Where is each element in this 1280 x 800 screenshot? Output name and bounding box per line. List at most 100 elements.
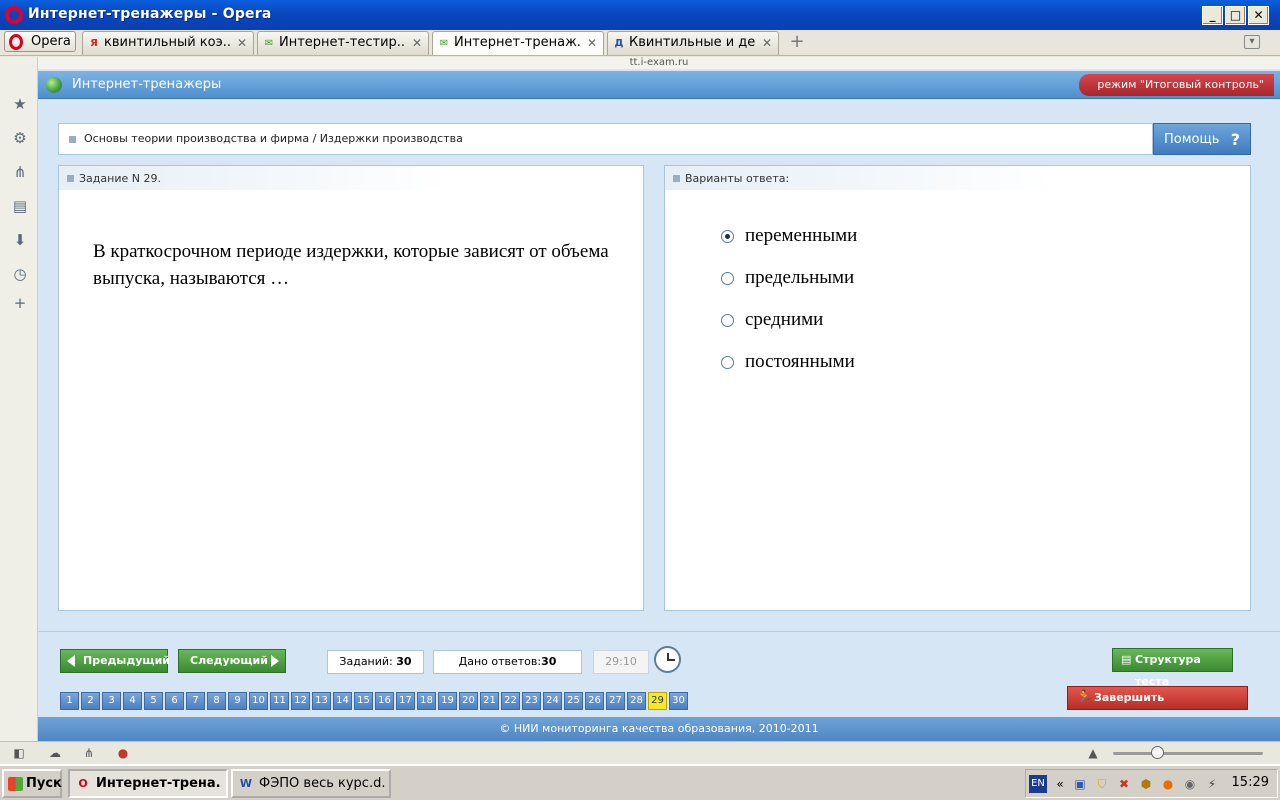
- question-number-button-25[interactable]: 25: [564, 692, 583, 710]
- minimize-button[interactable]: _: [1202, 6, 1223, 25]
- history-clock-icon[interactable]: ◷: [11, 265, 29, 283]
- tab-close-icon[interactable]: ✕: [587, 32, 597, 54]
- start-button[interactable]: Пуск: [2, 769, 62, 798]
- panel-toggle-icon[interactable]: ◧: [10, 745, 28, 761]
- arrow-left-icon: [67, 655, 75, 667]
- question-number-button-28[interactable]: 28: [627, 692, 646, 710]
- network-disconnected-icon[interactable]: ✖: [1116, 776, 1132, 792]
- network-icon[interactable]: ▣: [1072, 776, 1088, 792]
- tab-close-icon[interactable]: ✕: [412, 32, 422, 54]
- answered-count: 30: [541, 655, 557, 668]
- system-clock[interactable]: 15:29: [1232, 775, 1269, 790]
- tray-app-icon[interactable]: ⬢: [1138, 776, 1154, 792]
- zoom-menu-arrow-icon[interactable]: ▲: [1084, 745, 1102, 761]
- iexam-favicon-icon: ✉: [264, 38, 274, 49]
- question-mark-icon: ?: [1230, 130, 1240, 149]
- question-number-button-24[interactable]: 24: [543, 692, 562, 710]
- close-window-button[interactable]: ✕: [1248, 6, 1269, 25]
- question-number-button-21[interactable]: 21: [480, 692, 499, 710]
- answered-label: Дано ответов:: [458, 655, 542, 668]
- question-number-button-15[interactable]: 15: [354, 692, 373, 710]
- question-number-button-29[interactable]: 29: [648, 692, 667, 710]
- test-structure-button[interactable]: ▤ Структура теста: [1112, 648, 1233, 688]
- tasks-count: 30: [396, 655, 412, 668]
- test-page: Интернет-тренажеры режим "Итоговый контр…: [38, 69, 1280, 741]
- zoom-slider-knob[interactable]: [1151, 746, 1164, 759]
- question-panel: Задание N 29. В краткосрочном периоде из…: [58, 165, 644, 611]
- opera-menu-button[interactable]: Opera: [4, 31, 76, 52]
- question-number-button-9[interactable]: 9: [228, 692, 247, 710]
- windows-taskbar: Пуск O Интернет-трена... W ФЭПО весь кур…: [0, 764, 1280, 800]
- answer-radio[interactable]: [721, 230, 734, 243]
- tab-bar: Opera Я квинтильный коэ... ✕ ✉ Интернет-…: [0, 30, 1280, 56]
- security-shield-icon[interactable]: ⛉: [1094, 776, 1110, 792]
- downloads-icon[interactable]: ⬇: [11, 231, 29, 249]
- question-number-button-20[interactable]: 20: [459, 692, 478, 710]
- language-indicator[interactable]: EN: [1029, 775, 1047, 793]
- question-number-button-1[interactable]: 1: [60, 692, 79, 710]
- question-number-button-4[interactable]: 4: [123, 692, 142, 710]
- answer-label: предельными: [745, 267, 855, 288]
- help-button[interactable]: Помощь ?: [1153, 123, 1251, 155]
- question-number-button-2[interactable]: 2: [81, 692, 100, 710]
- maximize-button[interactable]: □: [1225, 6, 1246, 25]
- question-number-button-22[interactable]: 22: [501, 692, 520, 710]
- question-number-button-23[interactable]: 23: [522, 692, 541, 710]
- question-number-button-14[interactable]: 14: [333, 692, 352, 710]
- word-document-icon: W: [239, 777, 253, 790]
- speaker-icon[interactable]: ◉: [1182, 776, 1198, 792]
- next-button[interactable]: Следующий: [178, 649, 286, 673]
- browser-tab-2[interactable]: ✉ Интернет-тестир... ✕: [257, 31, 429, 55]
- browser-tab-3[interactable]: ✉ Интернет-тренаж... ✕: [432, 31, 604, 55]
- taskbar-item-opera[interactable]: O Интернет-трена...: [68, 769, 228, 798]
- unite-share-icon[interactable]: ⋔: [11, 163, 29, 181]
- question-number-button-11[interactable]: 11: [270, 692, 289, 710]
- zoom-slider-track[interactable]: [1113, 752, 1263, 755]
- question-number-button-18[interactable]: 18: [417, 692, 436, 710]
- notifications-icon[interactable]: ●: [114, 745, 132, 761]
- question-number-button-19[interactable]: 19: [438, 692, 457, 710]
- question-number-button-8[interactable]: 8: [207, 692, 226, 710]
- notes-icon[interactable]: ▤: [11, 197, 29, 215]
- question-number-button-27[interactable]: 27: [606, 692, 625, 710]
- show-hidden-icons-button[interactable]: «: [1052, 776, 1068, 792]
- new-tab-plus-icon[interactable]: +: [789, 33, 805, 51]
- question-number-button-10[interactable]: 10: [249, 692, 268, 710]
- bookmarks-star-icon[interactable]: ★: [11, 95, 29, 113]
- answers-panel: Варианты ответа: переменными предельными…: [664, 165, 1251, 611]
- tab-close-icon[interactable]: ✕: [762, 32, 772, 54]
- question-number-button-6[interactable]: 6: [165, 692, 184, 710]
- question-number-button-17[interactable]: 17: [396, 692, 415, 710]
- question-number-button-5[interactable]: 5: [144, 692, 163, 710]
- closed-tabs-trash-icon[interactable]: ▾: [1244, 35, 1260, 49]
- answer-radio[interactable]: [721, 272, 734, 285]
- antivirus-icon[interactable]: ●: [1160, 776, 1176, 792]
- test-navigation-bar: Предыдущий Следующий Заданий: 30 Дано от…: [38, 631, 1280, 726]
- tasks-count-box: Заданий: 30: [327, 650, 424, 674]
- browser-tab-1[interactable]: Я квинтильный коэ... ✕: [82, 31, 254, 55]
- question-number-button-7[interactable]: 7: [186, 692, 205, 710]
- settings-gear-icon[interactable]: ⚙: [11, 129, 29, 147]
- turbo-cloud-icon[interactable]: ☁: [46, 745, 64, 761]
- question-text: В краткосрочном периоде издержки, которы…: [93, 241, 609, 289]
- question-number-button-13[interactable]: 13: [312, 692, 331, 710]
- previous-button[interactable]: Предыдущий: [60, 649, 170, 673]
- answer-radio[interactable]: [721, 356, 734, 369]
- question-number-button-26[interactable]: 26: [585, 692, 604, 710]
- browser-status-bar: ◧ ☁ ⋔ ● ▲: [0, 741, 1280, 764]
- question-number-button-30[interactable]: 30: [669, 692, 688, 710]
- finish-test-button[interactable]: 🏃 Завершить тестирование: [1067, 686, 1248, 726]
- unite-icon[interactable]: ⋔: [80, 745, 98, 761]
- bullet-square-icon: [67, 175, 74, 182]
- browser-tab-4[interactable]: Д Квинтильные и де... ✕: [607, 31, 779, 55]
- answer-radio[interactable]: [721, 314, 734, 327]
- tab-close-icon[interactable]: ✕: [237, 32, 247, 54]
- question-number-button-16[interactable]: 16: [375, 692, 394, 710]
- question-number-button-12[interactable]: 12: [291, 692, 310, 710]
- app-title: Интернет-тренажеры: [72, 77, 222, 92]
- usb-device-icon[interactable]: ⚡: [1204, 776, 1220, 792]
- opera-logo-icon: [9, 34, 23, 50]
- taskbar-item-word[interactable]: W ФЭПО весь курс.d...: [231, 769, 391, 798]
- add-panel-plus-icon[interactable]: +: [11, 294, 29, 312]
- question-number-button-3[interactable]: 3: [102, 692, 121, 710]
